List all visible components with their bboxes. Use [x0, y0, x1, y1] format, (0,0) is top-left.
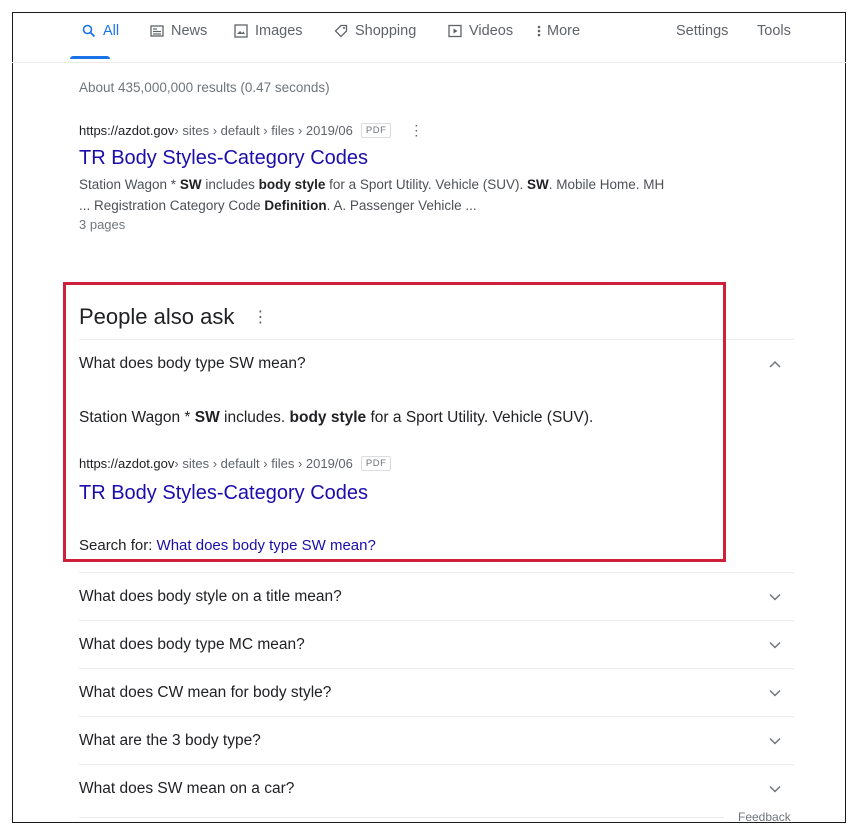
result-path: › sites › default › files › 2019/06: [174, 122, 353, 138]
chevron-down-icon: [768, 638, 782, 652]
result-snippet: Station Wagon * SW includes body style f…: [79, 177, 665, 213]
paa-answer-cite: https://azdot.gov › sites › default › fi…: [79, 456, 392, 471]
paa-question-text: What does body style on a title mean?: [79, 588, 342, 605]
result-meta: 3 pages: [79, 217, 126, 232]
result-menu-icon[interactable]: ⋮: [409, 122, 423, 139]
tab-label: All: [103, 23, 120, 39]
paa-heading: People also ask ⋮: [79, 304, 268, 330]
search-tabs: All News Images Shopping Videos More Set…: [66, 21, 796, 61]
result-title-link[interactable]: TR Body Styles-Category Codes: [79, 145, 779, 171]
tab-label: Settings: [676, 23, 729, 39]
paa-heading-text: People also ask: [79, 304, 235, 329]
pdf-badge: PDF: [360, 122, 392, 138]
play-icon: [448, 24, 462, 38]
chevron-down-icon: [768, 590, 782, 604]
paa-question-text: What does SW mean on a car?: [79, 780, 295, 797]
chevron-down-icon: [768, 686, 782, 700]
tab-label: Tools: [757, 23, 791, 39]
paa-question-expanded[interactable]: What does body type SW mean?: [79, 339, 794, 388]
tab-settings[interactable]: Settings: [676, 21, 728, 41]
feedback-link[interactable]: Feedback: [738, 810, 791, 824]
tag-icon: [334, 24, 348, 38]
paa-question[interactable]: What are the 3 body type?: [79, 716, 794, 765]
paa-menu-icon[interactable]: ⋮: [252, 307, 268, 327]
tab-videos[interactable]: Videos: [448, 21, 513, 41]
paa-question[interactable]: What does SW mean on a car?: [79, 764, 794, 813]
tab-images[interactable]: Images: [234, 21, 303, 41]
search-for-link[interactable]: What does body type SW mean?: [157, 537, 376, 554]
paa-bottom-divider: [79, 817, 724, 818]
paa-question-text: What does body type MC mean?: [79, 636, 305, 653]
chevron-down-icon: [768, 734, 782, 748]
tab-label: Shopping: [355, 23, 417, 39]
chevron-down-icon: [768, 782, 782, 796]
paa-question[interactable]: What does CW mean for body style?: [79, 668, 794, 717]
active-tab-indicator: [70, 56, 110, 59]
result-cite: https://azdot.gov › sites › default › fi…: [79, 121, 779, 139]
kebab-icon: [536, 24, 542, 38]
paa-source-domain: https://azdot.gov: [79, 456, 175, 471]
chevron-up-icon: [768, 357, 782, 371]
paa-question-text: What are the 3 body type?: [79, 732, 261, 749]
paa-source-title-link[interactable]: TR Body Styles-Category Codes: [79, 482, 368, 505]
tab-label: More: [547, 23, 581, 39]
tabs-divider: [12, 62, 846, 63]
tab-news[interactable]: News: [150, 21, 207, 41]
paa-question-text: What does body type SW mean?: [79, 355, 306, 372]
tab-shopping[interactable]: Shopping: [334, 21, 416, 41]
paa-answer: Station Wagon * SW includes. body style …: [79, 409, 594, 426]
tab-more[interactable]: More: [536, 21, 580, 41]
result-domain: https://azdot.gov: [79, 122, 175, 138]
paa-search-for: Search for: What does body type SW mean?: [79, 537, 376, 554]
tab-label: News: [171, 23, 208, 39]
tab-label: Images: [255, 23, 303, 39]
tab-label: Videos: [469, 23, 514, 39]
paa-question[interactable]: What does body type MC mean?: [79, 620, 794, 669]
paa-question-text: What does CW mean for body style?: [79, 684, 332, 701]
tab-tools[interactable]: Tools: [757, 21, 791, 41]
news-icon: [150, 24, 164, 38]
paa-question[interactable]: What does body style on a title mean?: [79, 572, 794, 621]
search-result: https://azdot.gov › sites › default › fi…: [79, 121, 779, 233]
search-icon: [82, 24, 96, 38]
result-stats: About 435,000,000 results (0.47 seconds): [79, 80, 330, 95]
paa-source-path: › sites › default › files › 2019/06: [174, 456, 353, 471]
tab-all[interactable]: All: [82, 21, 119, 41]
image-icon: [234, 24, 248, 38]
pdf-badge: PDF: [360, 456, 392, 471]
